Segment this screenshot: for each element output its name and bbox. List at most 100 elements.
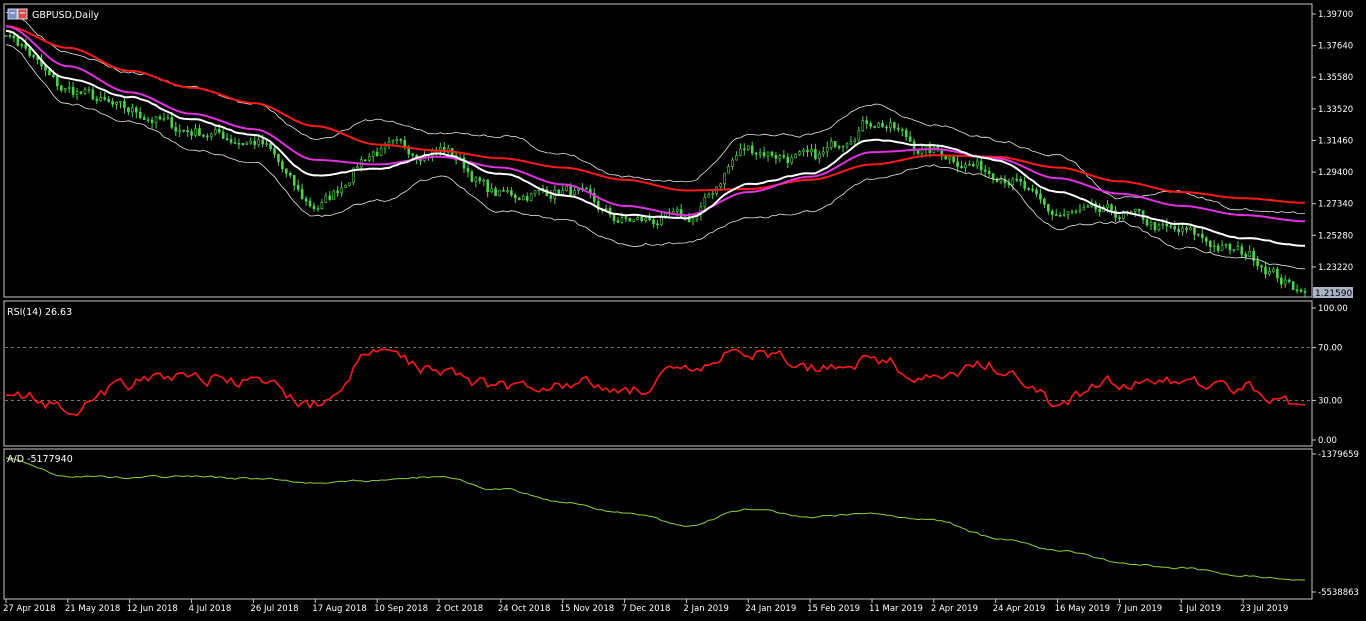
chart-background	[0, 0, 1366, 621]
candle-body	[363, 159, 367, 162]
candle-body	[620, 217, 624, 223]
candle-body	[138, 111, 142, 118]
candle-body	[881, 122, 884, 128]
candle-body	[956, 161, 959, 167]
candle-body	[1169, 225, 1173, 228]
candle-body	[1153, 221, 1157, 231]
candle-body	[237, 142, 241, 145]
ad-tick-label: -1379659	[1318, 450, 1359, 460]
time-tick-label: 16 May 2019	[1055, 604, 1110, 614]
candle-body	[1074, 210, 1078, 213]
candle-body	[829, 141, 833, 148]
rsi-tick-label: 0.00	[1318, 436, 1337, 446]
candle-body	[1122, 212, 1125, 219]
candle-body	[825, 147, 829, 153]
candle-body	[1035, 189, 1038, 195]
candle-body	[822, 151, 825, 155]
candle-body	[466, 167, 470, 172]
candle-body	[904, 130, 908, 138]
rsi-tick-label: 100.00	[1318, 304, 1348, 314]
candle-body	[91, 89, 95, 100]
candle-body	[616, 220, 620, 223]
candle-body	[127, 107, 130, 113]
candle-body	[908, 136, 912, 142]
time-tick-label: 17 Aug 2018	[312, 604, 366, 614]
candle-body	[1133, 208, 1137, 212]
candle-body	[1019, 178, 1023, 182]
candle-body	[833, 141, 837, 147]
candle-body	[292, 175, 296, 186]
candle-body	[1299, 289, 1303, 292]
candle-body	[206, 135, 209, 138]
candle-body	[277, 153, 280, 162]
candle-body	[1023, 181, 1026, 189]
candle-body	[4, 35, 8, 37]
candle-body	[56, 76, 59, 87]
candle-body	[968, 164, 971, 166]
candle-body	[1149, 221, 1153, 226]
candle-body	[1129, 211, 1133, 213]
candle-body	[703, 196, 707, 208]
time-tick-label: 27 Apr 2018	[3, 604, 56, 614]
candle-body	[837, 146, 841, 148]
candle-body	[1066, 211, 1070, 215]
price-tick-label: 1.37640	[1318, 42, 1353, 52]
candle-body	[897, 127, 900, 130]
candle-body	[1256, 260, 1259, 267]
candle-body	[261, 139, 264, 145]
candle-body	[1216, 245, 1220, 251]
candle-body	[1098, 208, 1101, 212]
candle-body	[1078, 209, 1082, 212]
rsi-tick-label: 70.00	[1318, 344, 1342, 354]
candle-body	[569, 185, 572, 196]
candle-body	[810, 149, 813, 153]
candle-body	[1193, 227, 1196, 235]
candle-body	[889, 122, 892, 128]
candle-body	[375, 151, 379, 156]
chart-window-icon[interactable]	[7, 8, 28, 20]
candle-body	[1220, 245, 1224, 251]
candle-body	[63, 88, 67, 91]
candle-body	[987, 171, 991, 174]
candle-body	[1043, 198, 1046, 205]
candle-body	[344, 184, 347, 188]
candle-body	[521, 196, 525, 201]
candle-body	[1268, 271, 1271, 275]
candle-body	[573, 190, 576, 196]
candle-body	[285, 168, 288, 174]
time-tick-label: 21 May 2018	[65, 604, 120, 614]
candle-body	[636, 217, 640, 221]
candle-body	[778, 155, 782, 159]
candle-body	[1260, 265, 1263, 268]
time-tick-label: 7 Jun 2019	[1116, 604, 1162, 614]
candle-body	[1264, 266, 1267, 275]
candle-body	[723, 172, 726, 185]
candle-body	[750, 145, 754, 154]
candle-body	[1236, 246, 1240, 250]
candle-body	[565, 185, 568, 191]
candle-body	[142, 117, 146, 120]
candle-body	[1291, 281, 1295, 291]
current-price-value: 1.21590	[1315, 289, 1352, 299]
candle-body	[395, 139, 399, 141]
candle-body	[186, 130, 189, 133]
candle-body	[249, 140, 253, 144]
candle-body	[707, 194, 711, 198]
price-tick-label: 1.31460	[1318, 136, 1353, 146]
candle-body	[1232, 248, 1236, 251]
candle-body	[332, 190, 336, 200]
candle-body	[1197, 233, 1200, 236]
candle-body	[324, 195, 328, 203]
candle-body	[1244, 254, 1248, 257]
candle-body	[221, 131, 225, 139]
candle-body	[296, 185, 300, 190]
candle-body	[1027, 188, 1030, 190]
candle-body	[964, 164, 967, 168]
candle-body	[1283, 279, 1287, 285]
candle-body	[79, 91, 83, 94]
candle-body	[225, 138, 229, 141]
candle-body	[75, 91, 79, 95]
candle-body	[869, 123, 872, 127]
candle-body	[150, 119, 154, 123]
candle-body	[229, 139, 233, 143]
